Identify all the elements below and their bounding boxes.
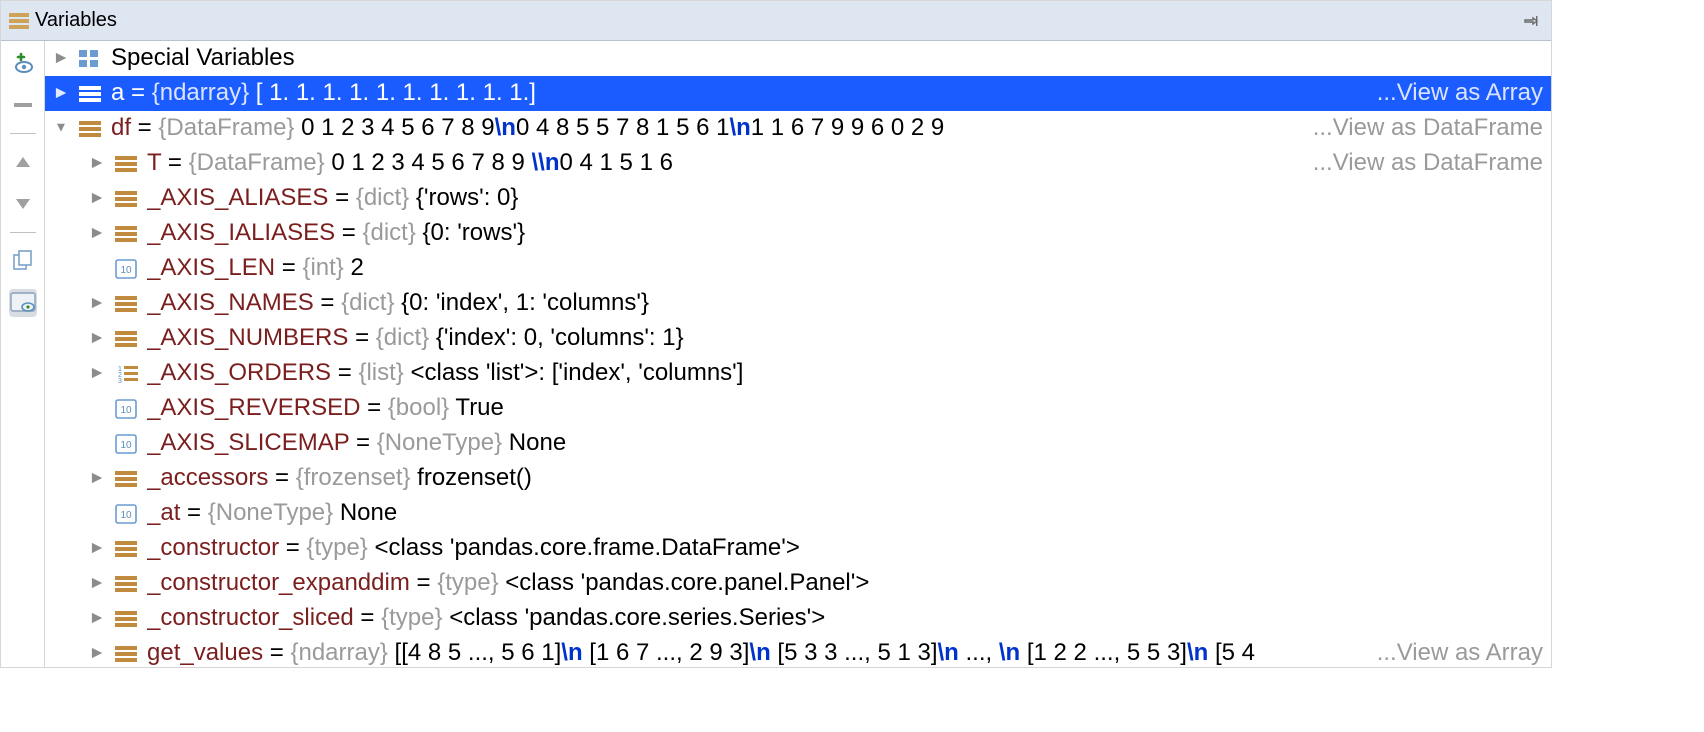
tree-row[interactable]: _AXIS_NUMBERS = {dict} {'index': 0, 'col… [45, 321, 1551, 356]
chevron-right-icon[interactable] [51, 47, 71, 70]
chevron-right-icon[interactable] [87, 607, 107, 630]
row-label: a = {ndarray} [ 1. 1. 1. 1. 1. 1. 1. 1. … [111, 76, 1369, 110]
bars-icon [115, 156, 141, 172]
bars-icon [115, 226, 141, 242]
chevron-right-icon[interactable] [87, 572, 107, 595]
binary-icon: 10 [115, 259, 141, 279]
view-as-link[interactable]: ...View as DataFrame [1313, 111, 1543, 145]
bars-icon [115, 471, 141, 487]
tree-row[interactable]: _AXIS_NAMES = {dict} {0: 'index', 1: 'co… [45, 286, 1551, 321]
svg-text:3: 3 [118, 378, 122, 384]
toolbar-divider [10, 232, 36, 233]
remove-watch-button[interactable] [9, 91, 37, 119]
tree-row[interactable]: 10 _at = {NoneType} None [45, 496, 1551, 531]
chevron-right-icon[interactable] [87, 537, 107, 560]
new-watch-button[interactable] [9, 49, 37, 77]
panel-header: Variables [1, 1, 1551, 41]
left-toolbar [1, 41, 45, 667]
binary-icon: 10 [115, 504, 141, 524]
chevron-right-icon[interactable] [87, 222, 107, 245]
row-label: _AXIS_NUMBERS = {dict} {'index': 0, 'col… [147, 321, 1543, 355]
bars-icon [9, 13, 29, 29]
pin-icon[interactable] [1523, 13, 1543, 29]
tree-row[interactable]: Special Variables [45, 41, 1551, 76]
svg-text:10: 10 [120, 510, 132, 521]
bars-icon [79, 86, 105, 102]
chevron-right-icon[interactable] [51, 82, 71, 105]
tree-row[interactable]: 10 _AXIS_SLICEMAP = {NoneType} None [45, 426, 1551, 461]
row-label: df = {DataFrame} 0 1 2 3 4 5 6 7 8 9\n0 … [111, 111, 1305, 145]
row-label: T = {DataFrame} 0 1 2 3 4 5 6 7 8 9 \\n0… [147, 146, 1305, 180]
chevron-right-icon[interactable] [87, 327, 107, 350]
tree-row[interactable]: df = {DataFrame} 0 1 2 3 4 5 6 7 8 9\n0 … [45, 111, 1551, 146]
show-watches-button[interactable] [9, 289, 37, 317]
row-label: _accessors = {frozenset} frozenset() [147, 461, 1543, 495]
chevron-right-icon[interactable] [87, 642, 107, 665]
tree-row[interactable]: _AXIS_IALIASES = {dict} {0: 'rows'} [45, 216, 1551, 251]
row-label: _AXIS_SLICEMAP = {NoneType} None [147, 426, 1543, 460]
row-label: _constructor_sliced = {type} <class 'pan… [147, 601, 1543, 635]
tree-row[interactable]: 10 _AXIS_LEN = {int} 2 [45, 251, 1551, 286]
tree-row[interactable]: _constructor_expanddim = {type} <class '… [45, 566, 1551, 601]
bars-icon [115, 576, 141, 592]
chevron-right-icon[interactable] [87, 152, 107, 175]
tree-row[interactable]: get_values = {ndarray} [[4 8 5 ..., 5 6 … [45, 636, 1551, 667]
tree-row[interactable]: _constructor_sliced = {type} <class 'pan… [45, 601, 1551, 636]
tree-row[interactable]: a = {ndarray} [ 1. 1. 1. 1. 1. 1. 1. 1. … [45, 76, 1551, 111]
view-as-link[interactable]: ...View as Array [1377, 76, 1543, 110]
tree-row[interactable]: _AXIS_ALIASES = {dict} {'rows': 0} [45, 181, 1551, 216]
listnum-icon: 123 [115, 364, 141, 384]
duplicate-watch-button[interactable] [9, 247, 37, 275]
view-as-link[interactable]: ...View as DataFrame [1313, 146, 1543, 180]
panel-body: Special Variablesa = {ndarray} [ 1. 1. 1… [1, 41, 1551, 667]
row-label: _AXIS_REVERSED = {bool} True [147, 391, 1543, 425]
panel-title: Variables [35, 9, 117, 32]
bars-icon [115, 611, 141, 627]
tree-row[interactable]: 123 _AXIS_ORDERS = {list} <class 'list'>:… [45, 356, 1551, 391]
row-label: _AXIS_ORDERS = {list} <class 'list'>: ['… [147, 356, 1543, 390]
chevron-right-icon[interactable] [87, 292, 107, 315]
chevron-right-icon[interactable] [87, 362, 107, 385]
row-label: _AXIS_ALIASES = {dict} {'rows': 0} [147, 181, 1543, 215]
bars-icon [79, 121, 105, 137]
row-label: _at = {NoneType} None [147, 496, 1543, 530]
row-label: Special Variables [111, 41, 1543, 75]
bars-icon [115, 646, 141, 662]
svg-text:10: 10 [120, 265, 132, 276]
chevron-right-icon[interactable] [87, 187, 107, 210]
chevron-right-icon[interactable] [87, 467, 107, 490]
tree-row[interactable]: _accessors = {frozenset} frozenset() [45, 461, 1551, 496]
bars-icon [115, 541, 141, 557]
variables-tree[interactable]: Special Variablesa = {ndarray} [ 1. 1. 1… [45, 41, 1551, 667]
row-label: _constructor_expanddim = {type} <class '… [147, 566, 1543, 600]
row-label: _AXIS_LEN = {int} 2 [147, 251, 1543, 285]
bars-icon [115, 331, 141, 347]
grid-icon [79, 50, 105, 68]
row-label: _AXIS_NAMES = {dict} {0: 'index', 1: 'co… [147, 286, 1543, 320]
move-up-button[interactable] [9, 148, 37, 176]
binary-icon: 10 [115, 434, 141, 454]
row-label: _AXIS_IALIASES = {dict} {0: 'rows'} [147, 216, 1543, 250]
binary-icon: 10 [115, 399, 141, 419]
move-down-button[interactable] [9, 190, 37, 218]
toolbar-divider [10, 133, 36, 134]
row-label: get_values = {ndarray} [[4 8 5 ..., 5 6 … [147, 636, 1369, 667]
tree-row[interactable]: T = {DataFrame} 0 1 2 3 4 5 6 7 8 9 \\n0… [45, 146, 1551, 181]
svg-text:10: 10 [120, 405, 132, 416]
variables-panel: Variables [0, 0, 1552, 668]
row-label: _constructor = {type} <class 'pandas.cor… [147, 531, 1543, 565]
tree-row[interactable]: 10 _AXIS_REVERSED = {bool} True [45, 391, 1551, 426]
chevron-down-icon[interactable] [51, 117, 71, 140]
svg-text:10: 10 [120, 440, 132, 451]
view-as-link[interactable]: ...View as Array [1377, 636, 1543, 667]
bars-icon [115, 296, 141, 312]
bars-icon [115, 191, 141, 207]
tree-row[interactable]: _constructor = {type} <class 'pandas.cor… [45, 531, 1551, 566]
